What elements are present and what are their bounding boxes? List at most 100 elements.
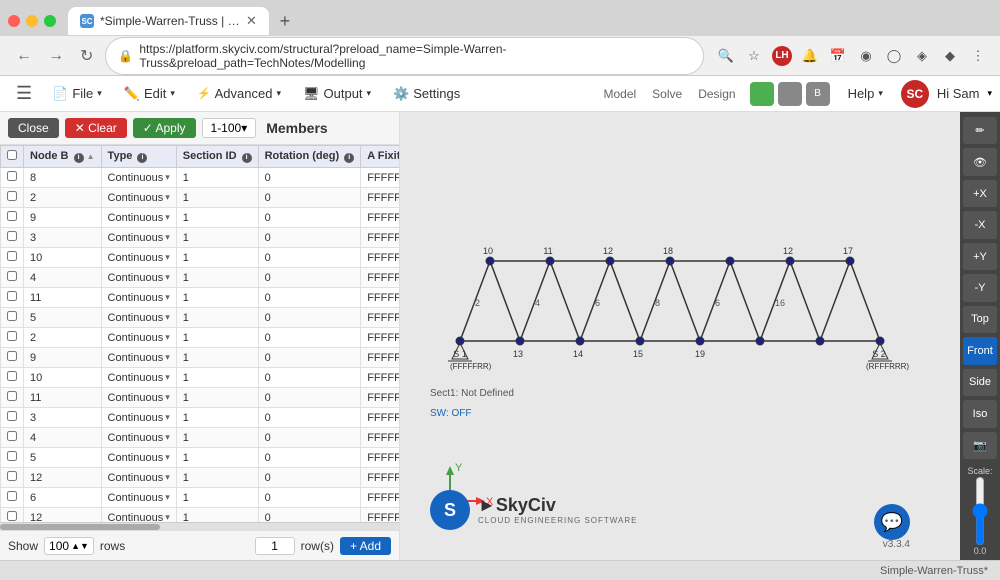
row-type[interactable]: Continuous▾ — [101, 408, 176, 428]
row-select-cell[interactable] — [1, 448, 24, 468]
extension5-icon[interactable]: ◆ — [940, 46, 960, 66]
row-select-cell[interactable] — [1, 468, 24, 488]
row-select-cell[interactable] — [1, 308, 24, 328]
col-header-node-b[interactable]: Node B i ▲ — [24, 146, 102, 168]
horizontal-scrollbar[interactable] — [0, 522, 399, 530]
row-type[interactable]: Continuous▾ — [101, 188, 176, 208]
row-type[interactable]: Continuous▾ — [101, 428, 176, 448]
advanced-menu-item[interactable]: ⚡ Advanced ▾ — [187, 82, 291, 105]
row-type[interactable]: Continuous▾ — [101, 328, 176, 348]
table-row[interactable]: 2 Continuous▾ 1 0 FFFFFRR FFFFFRR 0,0,0 — [1, 188, 400, 208]
forward-button[interactable]: → — [44, 45, 68, 67]
extension1-icon[interactable]: 🔔 — [800, 46, 820, 66]
table-row[interactable]: 5 Continuous▾ 1 0 FFFFFRR FFFFFRR 0,0,0 — [1, 308, 400, 328]
scale-slider[interactable] — [970, 476, 990, 546]
chat-button[interactable]: 💬 — [874, 504, 910, 540]
table-row[interactable]: 4 Continuous▾ 1 0 FFFFFRR FFFFFRR 0,0,0 — [1, 268, 400, 288]
extension4-icon[interactable]: ◈ — [912, 46, 932, 66]
top-view-button[interactable]: Top — [963, 306, 997, 333]
table-row[interactable]: 9 Continuous▾ 1 0 FFFFFRR FFFFFRR 0,0,0 — [1, 208, 400, 228]
close-traffic-light[interactable] — [8, 15, 20, 27]
table-row[interactable]: 3 Continuous▾ 1 0 FFFFFRR FFFFFRR 0,0,0 — [1, 228, 400, 248]
members-table-container[interactable]: Node B i ▲ Type i Section ID i Rotation … — [0, 145, 399, 522]
row-select-cell[interactable] — [1, 508, 24, 523]
rows-select[interactable]: 100 ▲▼ — [44, 537, 94, 555]
new-tab-button[interactable]: + — [273, 9, 297, 33]
close-button[interactable]: Close — [8, 118, 59, 138]
row-select-cell[interactable] — [1, 348, 24, 368]
search-icon[interactable]: 🔍 — [716, 46, 736, 66]
row-select-cell[interactable] — [1, 328, 24, 348]
row-type[interactable]: Continuous▾ — [101, 208, 176, 228]
col-header-rotation[interactable]: Rotation (deg) i — [258, 146, 361, 168]
row-type[interactable]: Continuous▾ — [101, 308, 176, 328]
extension3-icon[interactable]: ◯ — [884, 46, 904, 66]
eye-tool-button[interactable]: 👁 — [963, 148, 997, 175]
add-button[interactable]: + Add — [340, 537, 391, 555]
table-row[interactable]: 3 Continuous▾ 1 0 FFFFFRR FFFFFRR 0,0,0 — [1, 408, 400, 428]
table-row[interactable]: 8 Continuous▾ 1 0 FFFFFRR FFFFFRR 0,0,0 — [1, 168, 400, 188]
settings-menu-item[interactable]: ⚙️ Settings — [383, 82, 470, 106]
col-header-a-fixity[interactable]: A Fixity i — [361, 146, 399, 168]
row-select-cell[interactable] — [1, 368, 24, 388]
table-row[interactable]: 2 Continuous▾ 1 0 FFFFFRR FFFFFRR 0,0,0 — [1, 328, 400, 348]
col-header-type[interactable]: Type i — [101, 146, 176, 168]
model-tab[interactable]: Model — [597, 85, 642, 103]
table-row[interactable]: 10 Continuous▾ 1 0 FFFFFRR FFFFFRR 0,0,0 — [1, 248, 400, 268]
minus-y-button[interactable]: -Y — [963, 274, 997, 301]
camera-button[interactable]: 📷 — [963, 432, 997, 459]
solve-tab[interactable]: Solve — [646, 85, 688, 103]
side-view-button[interactable]: Side — [963, 369, 997, 396]
row-select-cell[interactable] — [1, 228, 24, 248]
col-header-select[interactable] — [1, 146, 24, 168]
row-select-cell[interactable] — [1, 248, 24, 268]
help-button[interactable]: Help ▾ — [838, 82, 893, 105]
apply-button[interactable]: ✓ Apply — [133, 118, 196, 138]
user-avatar[interactable]: SC — [901, 80, 929, 108]
design-tab[interactable]: Design — [692, 85, 741, 103]
col-header-section-id[interactable]: Section ID i — [176, 146, 258, 168]
row-range-selector[interactable]: 1-100▾ — [202, 118, 257, 138]
row-type[interactable]: Continuous▾ — [101, 448, 176, 468]
maximize-traffic-light[interactable] — [44, 15, 56, 27]
row-select-cell[interactable] — [1, 268, 24, 288]
row-select-cell[interactable] — [1, 408, 24, 428]
row-type[interactable]: Continuous▾ — [101, 388, 176, 408]
table-row[interactable]: 10 Continuous▾ 1 0 FFFFFRR FFFFFRR 0,0,0 — [1, 368, 400, 388]
row-select-cell[interactable] — [1, 188, 24, 208]
table-row[interactable]: 9 Continuous▾ 1 0 FFFFFRR FFFFFRR 0,0,0 — [1, 348, 400, 368]
file-menu-item[interactable]: 📄 File ▾ — [42, 82, 112, 106]
table-row[interactable]: 12 Continuous▾ 1 0 FFFFFRR FFFFFRR 0,0,0 — [1, 508, 400, 523]
back-button[interactable]: ← — [12, 45, 36, 67]
row-number-input[interactable] — [255, 537, 295, 555]
row-type[interactable]: Continuous▾ — [101, 368, 176, 388]
hamburger-menu-button[interactable]: ☰ — [8, 79, 40, 108]
row-type[interactable]: Continuous▾ — [101, 288, 176, 308]
refresh-button[interactable]: ↻ — [76, 44, 97, 68]
minus-x-button[interactable]: -X — [963, 211, 997, 238]
plus-y-button[interactable]: +Y — [963, 243, 997, 270]
table-row[interactable]: 12 Continuous▾ 1 0 FFFFFRR FFFFFRR 0,0,0 — [1, 468, 400, 488]
table-row[interactable]: 11 Continuous▾ 1 0 FFFFFRR FFFFFRR 0,0,0 — [1, 288, 400, 308]
minimize-traffic-light[interactable] — [26, 15, 38, 27]
extension2-icon[interactable]: ◉ — [856, 46, 876, 66]
iso-view-button[interactable]: Iso — [963, 400, 997, 427]
row-type[interactable]: Continuous▾ — [101, 488, 176, 508]
bookmark-icon[interactable]: ☆ — [744, 46, 764, 66]
row-select-cell[interactable] — [1, 428, 24, 448]
row-type[interactable]: Continuous▾ — [101, 348, 176, 368]
table-row[interactable]: 5 Continuous▾ 1 0 FFFFFRR FFFFFRR 0,0,0 — [1, 448, 400, 468]
row-type[interactable]: Continuous▾ — [101, 508, 176, 523]
address-bar[interactable]: 🔒 https://platform.skyciv.com/structural… — [105, 37, 704, 75]
row-type[interactable]: Continuous▾ — [101, 248, 176, 268]
clear-button[interactable]: ✕ Clear — [65, 118, 127, 138]
scrollbar-thumb[interactable] — [0, 524, 160, 530]
row-select-cell[interactable] — [1, 388, 24, 408]
row-type[interactable]: Continuous▾ — [101, 268, 176, 288]
table-row[interactable]: 11 Continuous▾ 1 0 FFFFFRR FFFFFRR 0,0,0 — [1, 388, 400, 408]
active-browser-tab[interactable]: SC *Simple-Warren-Truss | SkyCiv ✕ — [68, 7, 269, 35]
row-select-cell[interactable] — [1, 488, 24, 508]
output-menu-item[interactable]: 🖥 Output ▾ — [293, 82, 381, 106]
calendar-icon[interactable]: 📅 — [828, 46, 848, 66]
more-icon[interactable]: ⋮ — [968, 46, 988, 66]
